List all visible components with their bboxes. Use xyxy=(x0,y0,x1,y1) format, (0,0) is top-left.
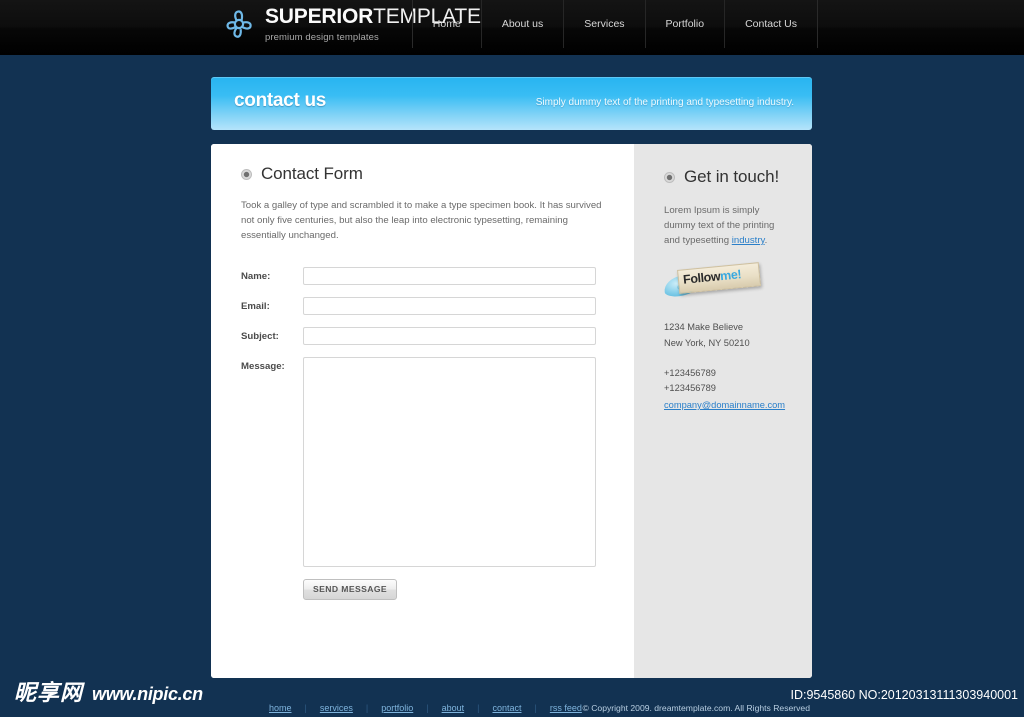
copyright-text: © Copyright 2009. dreamtemplate.com. All… xyxy=(582,703,811,713)
subject-input[interactable] xyxy=(303,327,596,345)
footer-link-portfolio[interactable]: portfolio xyxy=(368,703,426,713)
form-row-subject: Subject: xyxy=(241,327,606,345)
follow-me-badge[interactable]: Followme! xyxy=(662,262,761,299)
industry-link[interactable]: industry xyxy=(732,235,765,246)
phone-2: +123456789 xyxy=(664,383,716,393)
subject-label: Subject: xyxy=(241,331,279,342)
get-in-touch-heading: Get in touch! xyxy=(664,167,792,187)
watermark: 昵享网 www.nipic.cn xyxy=(14,681,203,707)
nav-item-about-us[interactable]: About us xyxy=(480,0,563,48)
message-textarea[interactable] xyxy=(303,357,596,567)
footer-link-home[interactable]: home xyxy=(256,703,305,713)
address-line-2: New York, NY 50210 xyxy=(664,338,750,348)
footer-link-contact[interactable]: contact xyxy=(479,703,534,713)
nav-item-services[interactable]: Services xyxy=(563,0,644,48)
follow-me-blue: me! xyxy=(719,267,742,284)
main-column: Contact Form Took a galley of type and s… xyxy=(211,144,634,678)
site-header: SUPERIORTEMPLATE premium design template… xyxy=(0,0,1024,55)
address-block: 1234 Make Believe New York, NY 50210 xyxy=(664,319,792,351)
form-row-message: Message: xyxy=(241,357,606,567)
page-title: contact us xyxy=(234,90,327,111)
sidebar-column: Get in touch! Lorem Ipsum is simply dumm… xyxy=(634,144,812,678)
sidebar-intro: Lorem Ipsum is simply dummy text of the … xyxy=(664,203,792,248)
page-subtitle: Simply dummy text of the printing and ty… xyxy=(535,97,794,108)
footer-links: home | services | portfolio | about | co… xyxy=(256,703,595,713)
content-panel: Contact Form Took a galley of type and s… xyxy=(211,144,812,678)
flower-logo-icon xyxy=(222,7,256,41)
watermark-url: www.nipic.cn xyxy=(92,683,203,704)
contact-form-title: Contact Form xyxy=(261,164,363,183)
contact-form-heading: Contact Form xyxy=(241,164,606,184)
email-input[interactable] xyxy=(303,297,596,315)
email-link[interactable]: company@domainname.com xyxy=(664,400,785,410)
footer-link-services[interactable]: services xyxy=(307,703,366,713)
image-id-badge: ID:9545860 NO:20120313111303940001 xyxy=(790,688,1018,702)
sidebar-intro-tail: . xyxy=(764,235,768,246)
phone-1: +123456789 xyxy=(664,368,716,378)
message-label: Message: xyxy=(241,361,285,372)
contact-form-intro: Took a galley of type and scrambled it t… xyxy=(241,200,602,241)
email-label: Email: xyxy=(241,301,270,312)
page-banner: contact us Simply dummy text of the prin… xyxy=(211,77,812,130)
form-row-email: Email: xyxy=(241,297,606,315)
send-message-button[interactable]: SEND MESSAGE xyxy=(303,579,398,600)
logo-title-bold: SUPERIOR xyxy=(265,5,374,28)
form-row-name: Name: xyxy=(241,267,606,285)
nav-item-portfolio[interactable]: Portfolio xyxy=(644,0,725,48)
nav-item-contact-us[interactable]: Contact Us xyxy=(724,0,817,48)
contact-form: Name: Email: Subject: Message: SEND MESS… xyxy=(241,267,606,600)
bullet-icon xyxy=(664,171,675,183)
name-input[interactable] xyxy=(303,267,596,285)
phone-block: +123456789 +123456789 company@domainname… xyxy=(664,366,792,413)
get-in-touch-title: Get in touch! xyxy=(684,167,780,186)
main-navigation: Home About us Services Portfolio Contact… xyxy=(411,0,818,48)
name-label: Name: xyxy=(241,271,271,282)
nav-item-home[interactable]: Home xyxy=(413,0,481,48)
bullet-icon xyxy=(241,168,252,180)
address-line-1: 1234 Make Believe xyxy=(664,322,744,332)
footer-link-about[interactable]: about xyxy=(429,703,478,713)
watermark-logo-text: 昵享网 xyxy=(14,681,84,706)
submit-row: SEND MESSAGE xyxy=(303,579,606,600)
